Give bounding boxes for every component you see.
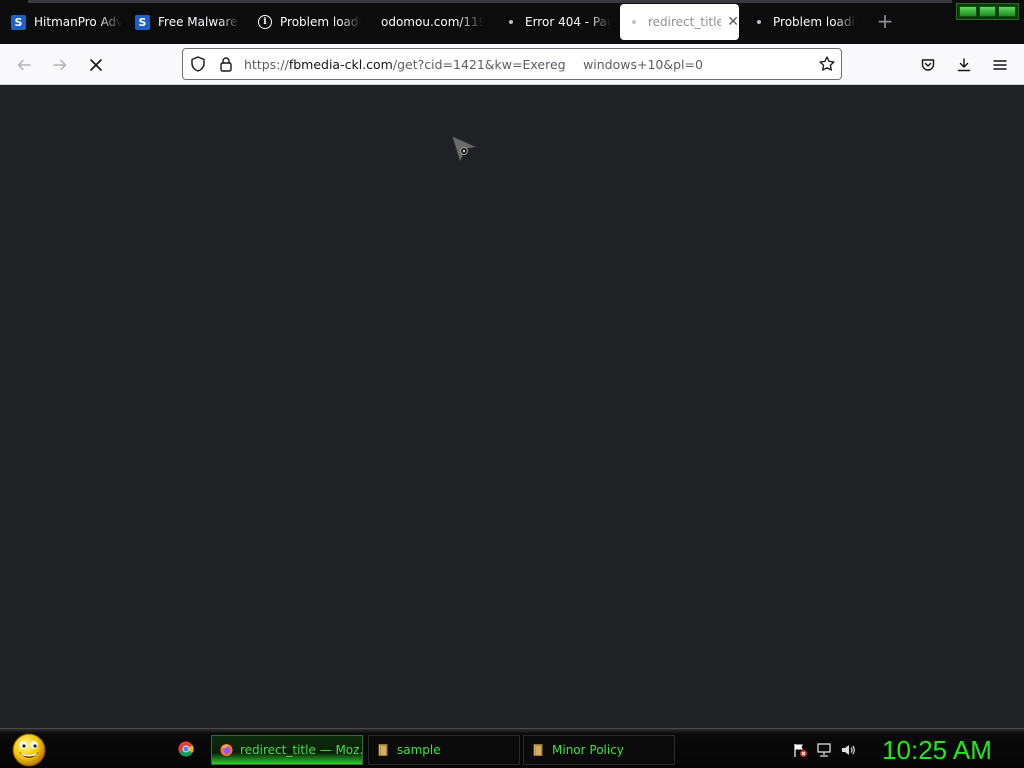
- forward-button[interactable]: [46, 51, 74, 79]
- tab-label: redirect_title: [648, 15, 722, 29]
- taskbar-clock[interactable]: 10:25 AM: [872, 733, 1002, 767]
- tab-label: Free Malware C: [158, 15, 240, 29]
- close-window-button[interactable]: [998, 6, 1017, 17]
- hamburger-menu-icon: [993, 60, 1007, 70]
- taskbar-item-label: redirect_title — Moz...: [240, 743, 363, 757]
- tab-hitmanpro[interactable]: S HitmanPro Adv: [2, 4, 122, 40]
- stop-x-icon: [90, 59, 102, 71]
- page-content[interactable]: [0, 85, 1024, 728]
- close-tab-icon[interactable]: ✕: [727, 14, 739, 30]
- maximize-button[interactable]: [978, 6, 997, 17]
- tab-label: odomou.com/1194: [381, 15, 484, 29]
- smiley-face-icon: [12, 733, 46, 767]
- forward-arrow-icon: [53, 59, 67, 71]
- s-brand-icon: S: [135, 14, 150, 30]
- system-tray: [792, 742, 856, 758]
- tab-free-malware[interactable]: S Free Malware C: [126, 4, 240, 40]
- network-icon[interactable]: [816, 742, 832, 758]
- tab-problem-loading-2[interactable]: Problem loadin: [745, 4, 857, 40]
- volume-icon[interactable]: [840, 742, 856, 758]
- tab-strip-top-line: [28, 0, 952, 3]
- dot-icon: [757, 20, 761, 24]
- download-icon: [957, 58, 971, 72]
- tab-odomou[interactable]: odomou.com/1194: [372, 4, 484, 40]
- lock-icon[interactable]: [217, 55, 235, 76]
- pocket-icon: [921, 59, 935, 71]
- dot-icon: [509, 20, 513, 24]
- url-path: /get?cid=1421&kw=Exereg windows+10&pl=0: [392, 57, 703, 72]
- stop-button[interactable]: [82, 51, 110, 79]
- mouse-cursor-icon: [451, 135, 479, 166]
- folder-icon: [533, 744, 543, 756]
- taskbar-item-label: Minor Policy: [552, 743, 624, 757]
- url-bar[interactable]: https://fbmedia-ckl.com/get?cid=1421&kw=…: [182, 48, 842, 80]
- start-button[interactable]: [10, 731, 48, 767]
- firefox-icon: [220, 743, 233, 757]
- tab-label: Error 404 - Page: [525, 15, 611, 29]
- taskbar-item-label: sample: [397, 743, 441, 757]
- downloads-button[interactable]: [950, 51, 978, 79]
- back-arrow-icon: [17, 59, 31, 71]
- url-text[interactable]: https://fbmedia-ckl.com/get?cid=1421&kw=…: [244, 57, 703, 72]
- pocket-button[interactable]: [914, 51, 942, 79]
- tab-strip: S HitmanPro Adv S Free Malware C i Probl…: [0, 0, 1024, 44]
- tab-label: HitmanPro Adv: [34, 15, 122, 29]
- tab-redirect-title[interactable]: redirect_title ✕: [620, 4, 739, 40]
- action-center-flag-icon[interactable]: [792, 742, 808, 758]
- navigation-toolbar: https://fbmedia-ckl.com/get?cid=1421&kw=…: [0, 44, 1024, 85]
- tab-error-404[interactable]: Error 404 - Page: [497, 4, 611, 40]
- tab-label: Problem loadin: [280, 15, 361, 29]
- s-brand-icon: S: [11, 14, 26, 30]
- new-tab-button[interactable]: +: [874, 10, 896, 32]
- tab-label: Problem loadin: [773, 15, 857, 29]
- url-host: fbmedia-ckl.com: [288, 57, 393, 72]
- window-controls[interactable]: [956, 3, 1019, 20]
- taskbar-item-sample[interactable]: sample: [368, 735, 520, 765]
- info-icon: i: [258, 15, 272, 29]
- url-scheme: https://: [244, 57, 289, 72]
- chrome-icon[interactable]: [178, 741, 194, 757]
- app-menu-button[interactable]: [986, 51, 1014, 79]
- taskbar: redirect_title — Moz... sample Minor Pol…: [0, 728, 1024, 768]
- bookmark-star-icon[interactable]: [818, 55, 836, 76]
- folder-icon: [378, 744, 388, 756]
- dot-icon: [632, 20, 636, 24]
- minimize-button[interactable]: [959, 6, 977, 17]
- tracking-shield-icon[interactable]: [189, 55, 207, 76]
- tab-problem-loading-1[interactable]: i Problem loadin: [249, 4, 361, 40]
- taskbar-item-minor-policy[interactable]: Minor Policy: [523, 735, 675, 765]
- back-button[interactable]: [10, 51, 38, 79]
- taskbar-item-firefox[interactable]: redirect_title — Moz...: [211, 735, 363, 765]
